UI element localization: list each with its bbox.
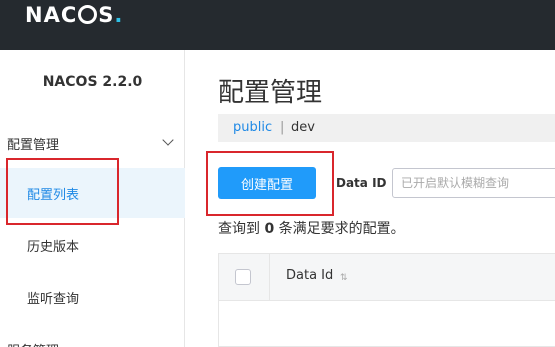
version-title: NACOS 2.2.0 [42, 74, 143, 90]
logo-text-end: S [98, 3, 115, 27]
logo-dot: . [114, 3, 124, 27]
highlight-box-config-list [6, 158, 119, 225]
column-header-data-id[interactable]: Data Id [286, 268, 333, 283]
query-result-text: 查询到 0 条满足要求的配置。 [218, 218, 405, 238]
sidebar-group-label: 配置管理 [7, 138, 60, 153]
logo-o-ring-icon [78, 5, 98, 24]
sidebar-item-label: 历史版本 [27, 240, 80, 255]
sort-icon[interactable]: ⇅ [340, 273, 348, 283]
data-id-search-input[interactable] [392, 168, 555, 198]
nacos-logo[interactable]: NAC S. [25, 3, 123, 27]
sidebar-item-history[interactable]: 历史版本 [0, 220, 185, 270]
config-table: Data Id ⇅ [218, 253, 555, 347]
query-result-count: 0 [264, 221, 275, 237]
sidebar-group-service-management[interactable]: 服务管理 [7, 340, 59, 347]
sidebar-group-config-management[interactable]: 配置管理 [0, 128, 185, 158]
page-title: 配置管理 [218, 78, 323, 108]
namespace-public-link[interactable]: public [233, 120, 272, 135]
table-header: Data Id ⇅ [219, 254, 555, 301]
logo-text-start: NAC [25, 3, 78, 27]
namespace-bar: public | dev [218, 114, 555, 142]
select-all-checkbox[interactable] [235, 269, 251, 285]
query-result-suffix: 条满足要求的配置。 [278, 221, 405, 237]
query-result-prefix: 查询到 [218, 221, 260, 237]
select-all-cell [219, 254, 270, 301]
top-navbar: NAC S. [0, 0, 555, 50]
chevron-down-icon [162, 134, 174, 146]
sidebar-item-listener-query[interactable]: 监听查询 [0, 272, 185, 322]
sidebar-item-label: 监听查询 [27, 292, 80, 307]
namespace-dev-link[interactable]: dev [291, 120, 315, 135]
highlight-box-create-button [206, 151, 334, 216]
data-id-label: Data ID [336, 176, 387, 190]
namespace-separator: | [280, 120, 285, 135]
